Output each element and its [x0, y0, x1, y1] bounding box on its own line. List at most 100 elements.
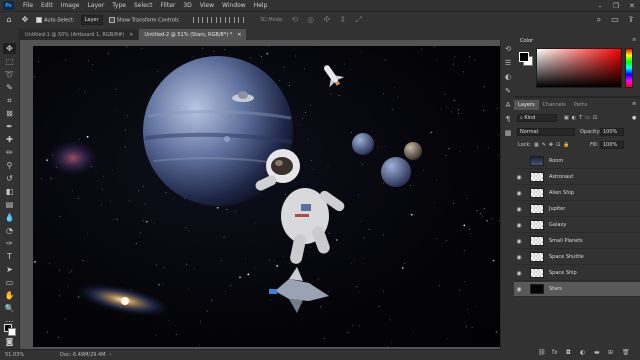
menu-help[interactable]: Help: [250, 2, 272, 9]
link-layers-icon[interactable]: ⛓: [538, 349, 546, 356]
foreground-color-swatch[interactable]: [519, 52, 529, 62]
minimize-button[interactable]: –: [592, 2, 608, 10]
properties-panel-icon[interactable]: ☰: [503, 58, 513, 68]
menu-edit[interactable]: Edit: [37, 2, 57, 9]
add-mask-icon[interactable]: ◘: [566, 349, 571, 356]
close-button[interactable]: ✕: [624, 2, 640, 10]
menu-window[interactable]: Window: [218, 2, 250, 9]
quick-select-tool-icon[interactable]: ✎: [3, 82, 16, 93]
clone-stamp-tool-icon[interactable]: ⚲: [3, 160, 16, 171]
menu-type[interactable]: Type: [108, 2, 130, 9]
crop-tool-icon[interactable]: ⌗: [3, 95, 16, 106]
adjustment-layer-icon[interactable]: ◐: [580, 349, 585, 356]
brush-tool-icon[interactable]: ✏: [3, 147, 16, 158]
blur-tool-icon[interactable]: 💧: [3, 212, 16, 223]
layer-style-icon[interactable]: fx: [552, 349, 558, 356]
eye-icon[interactable]: ◉: [514, 190, 524, 197]
align-bottom-icon[interactable]: [237, 17, 244, 23]
tab-untitled-1[interactable]: Untitled-1 @ 50% (Artboard 1, RGB/8#) ✕: [20, 29, 139, 40]
close-tab-icon[interactable]: ✕: [129, 32, 133, 38]
frame-tool-icon[interactable]: ⊠: [3, 108, 16, 119]
adjustments-panel-icon[interactable]: ◐: [503, 72, 513, 82]
dodge-tool-icon[interactable]: ◔: [3, 225, 16, 236]
layer-row-alien-ship[interactable]: ◉ Alien Ship: [514, 186, 640, 201]
menu-layer[interactable]: Layer: [83, 2, 108, 9]
share-icon[interactable]: ⇪: [626, 15, 636, 25]
lock-icons[interactable]: ▦✎✥⊡🔒: [534, 142, 573, 148]
close-tab-icon[interactable]: ✕: [237, 32, 241, 38]
zoom-tool-icon[interactable]: 🔍: [3, 303, 16, 314]
eye-icon[interactable]: ◉: [514, 286, 524, 293]
blend-mode-dropdown[interactable]: Normal: [517, 128, 575, 136]
search-icon[interactable]: ⌕: [594, 15, 604, 25]
layer-row-space-shuttle[interactable]: ◉ Space Shuttle: [514, 250, 640, 265]
eye-icon[interactable]: ◉: [514, 254, 524, 261]
hue-slider[interactable]: [625, 48, 633, 88]
character-panel-icon[interactable]: A: [503, 100, 513, 110]
show-transform-checkbox[interactable]: Show Transform Controls: [108, 16, 179, 23]
menu-file[interactable]: File: [19, 2, 37, 9]
lasso-tool-icon[interactable]: ➰: [3, 69, 16, 80]
new-layer-icon[interactable]: ⊞: [608, 349, 613, 356]
menu-image[interactable]: Image: [57, 2, 84, 9]
libraries-panel-icon[interactable]: ▦: [503, 128, 513, 138]
eyedropper-tool-icon[interactable]: ✒: [3, 121, 16, 132]
layer-row-galaxy[interactable]: ◉ Galaxy: [514, 218, 640, 233]
marquee-tool-icon[interactable]: ⬚: [3, 56, 16, 67]
tab-layers[interactable]: Layers: [514, 100, 539, 110]
delete-layer-icon[interactable]: 🗑: [622, 349, 630, 356]
new-group-icon[interactable]: ▬: [594, 349, 600, 356]
move-tool-icon[interactable]: ✥: [3, 43, 16, 54]
3d-roll-icon[interactable]: ◎: [306, 15, 316, 25]
zoom-level[interactable]: 51.03%: [0, 352, 40, 358]
color-picker-field[interactable]: [536, 48, 622, 88]
home-icon[interactable]: ⌂: [4, 15, 14, 25]
restore-button[interactable]: ❐: [608, 2, 624, 10]
layer-row-jupiter[interactable]: ◉ Jupiter: [514, 202, 640, 217]
tab-channels[interactable]: Channels: [539, 100, 570, 110]
background-color-swatch[interactable]: [8, 328, 16, 336]
fill-field[interactable]: 100%: [600, 141, 624, 149]
layer-row-space-ship[interactable]: ◉ Space Ship: [514, 266, 640, 281]
layer-filter-dropdown[interactable]: ⌕ Kind: [517, 114, 557, 122]
align-top-icon[interactable]: [219, 17, 226, 23]
layer-row-room[interactable]: Room: [514, 154, 640, 169]
align-middle-icon[interactable]: [228, 17, 235, 23]
hand-tool-icon[interactable]: ✋: [3, 290, 16, 301]
menu-select[interactable]: Select: [130, 2, 157, 9]
document-canvas[interactable]: [33, 46, 505, 347]
3d-scale-icon[interactable]: ⤢: [354, 15, 364, 25]
menu-filter[interactable]: Filter: [157, 2, 180, 9]
rectangle-tool-icon[interactable]: ▭: [3, 277, 16, 288]
menu-view[interactable]: View: [196, 2, 218, 9]
3d-rotate-icon[interactable]: ⟲: [290, 15, 300, 25]
quick-mask-icon[interactable]: ◙: [3, 336, 16, 347]
layer-row-stars[interactable]: ◉ Stars: [514, 282, 640, 297]
auto-select-target-dropdown[interactable]: Layer: [80, 15, 103, 25]
menu-3d[interactable]: 3D: [179, 2, 195, 9]
healing-tool-icon[interactable]: ✚: [3, 134, 16, 145]
tab-untitled-2[interactable]: Untitled-2 @ 51% (Stars, RGB/8*) * ✕: [139, 29, 247, 40]
layer-filter-icons[interactable]: ▣◐T▭⊡: [564, 115, 600, 121]
eye-icon[interactable]: ◉: [514, 222, 524, 229]
paragraph-panel-icon[interactable]: ¶: [503, 114, 513, 124]
3d-slide-icon[interactable]: ⇕: [338, 15, 348, 25]
eye-icon[interactable]: ◉: [514, 206, 524, 213]
panel-menu-icon[interactable]: ≡: [632, 101, 636, 107]
eraser-tool-icon[interactable]: ◧: [3, 186, 16, 197]
type-tool-icon[interactable]: T: [3, 251, 16, 262]
gradient-tool-icon[interactable]: ▤: [3, 199, 16, 210]
auto-select-checkbox[interactable]: Auto-Select:: [36, 16, 75, 23]
align-left-icon[interactable]: [192, 17, 199, 23]
align-right-icon[interactable]: [210, 17, 217, 23]
eye-icon[interactable]: ◉: [514, 270, 524, 277]
pen-tool-icon[interactable]: ✑: [3, 238, 16, 249]
brush-panel-icon[interactable]: ✎: [503, 86, 513, 96]
filter-toggle-icon[interactable]: ●: [632, 115, 636, 121]
eye-icon[interactable]: ◉: [514, 238, 524, 245]
path-selection-tool-icon[interactable]: ➤: [3, 264, 16, 275]
align-center-icon[interactable]: [201, 17, 208, 23]
3d-drag-icon[interactable]: ✣: [322, 15, 332, 25]
eye-icon[interactable]: ◉: [514, 174, 524, 181]
workspace-icon[interactable]: ▭: [610, 15, 620, 25]
